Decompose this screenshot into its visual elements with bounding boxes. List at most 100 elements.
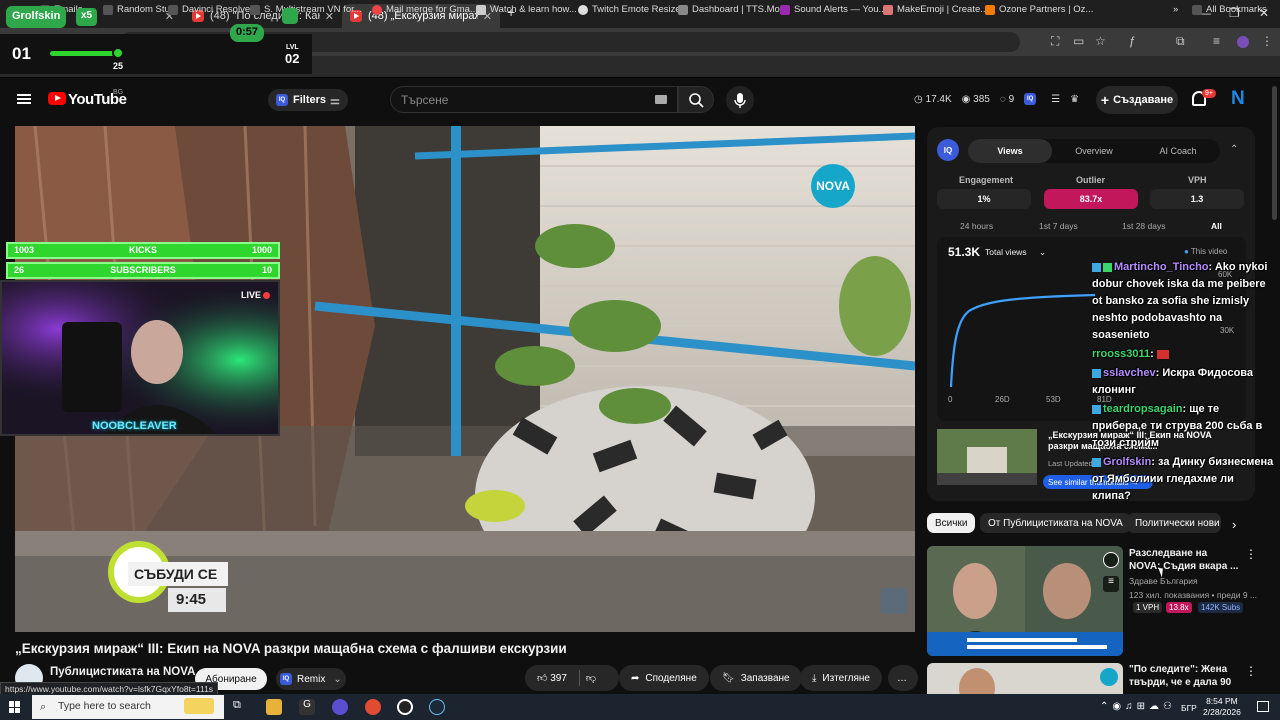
chat-message: teardropsagain: ще те прибера,е ти струв… — [1092, 403, 1263, 449]
search-input[interactable]: Търсене — [390, 86, 678, 113]
rec-menu-kebab-icon[interactable]: ⋮ — [1245, 547, 1257, 561]
video-title: „Екскурзия мираж“ III: Екип на NOVA разк… — [15, 641, 567, 656]
range-24h[interactable]: 24 hours — [960, 221, 993, 231]
lvl-label: LVL — [286, 44, 299, 51]
obs-icon[interactable] — [397, 699, 413, 715]
views-series-line — [949, 293, 1096, 388]
chat-message: Grolfskin: за Динку бизнесмена от Ямболи… — [1092, 456, 1274, 502]
total-views-value: 51.3K — [948, 245, 981, 259]
bookmark-item[interactable]: MakeEmoji | Create... — [883, 4, 988, 15]
youtube-logo-icon[interactable] — [48, 92, 66, 105]
x-tick: 0 — [948, 395, 953, 404]
chip-channel[interactable]: От Публицистиката на NOVA — [980, 513, 1131, 533]
bookmark-item[interactable]: Watch & learn how... — [476, 4, 577, 15]
rec-thumbnail[interactable]: ≡ — [927, 546, 1123, 656]
all-bookmarks[interactable]: All Bookmarks — [1192, 4, 1267, 15]
range-28d[interactable]: 1st 28 days — [1122, 221, 1165, 231]
streamer-name: NOOBCLEAVER — [92, 420, 177, 432]
tab-overview[interactable]: Overview — [1052, 139, 1136, 163]
rec-meta: 123 хил. показвания • преди 9 ... — [1129, 590, 1257, 600]
webcam-overlay: LIVE NOOBCLEAVER — [0, 280, 280, 436]
search-button[interactable] — [678, 86, 714, 113]
add-to-queue-icon[interactable]: ≡ — [1103, 576, 1119, 592]
bookmark-item[interactable]: Dashboard | TTS.Mo... — [678, 4, 788, 15]
app-icon[interactable]: G — [299, 699, 315, 715]
create-button[interactable]: + Създаване — [1096, 86, 1178, 114]
nova-logo: NOVA — [811, 164, 855, 208]
dislike-button[interactable]: 👎︎ — [586, 672, 596, 684]
channel-name[interactable]: Публицистиката на NOVA — [50, 666, 195, 678]
rec-thumbnail[interactable] — [927, 663, 1123, 694]
voice-search-button[interactable] — [726, 86, 754, 114]
trophy-icon[interactable]: ♛ — [1070, 94, 1079, 105]
save-button[interactable]: 🔖︎ Запазване — [710, 665, 802, 691]
views-stat: ◷ 17.4K — [914, 93, 952, 105]
steam-icon[interactable] — [429, 699, 445, 715]
subscribers-bar: 26 SUBSCRIBERS 10 — [6, 262, 280, 279]
iq-icon: IQ — [280, 673, 292, 685]
bookmark-icon — [476, 4, 486, 15]
sliders-icon: ⚌ — [330, 94, 340, 107]
cast-icon[interactable]: ▭ — [1073, 34, 1084, 48]
clock-icon: ◌ — [999, 93, 1006, 105]
extension-icon[interactable]: ƒ — [1129, 34, 1136, 48]
bookmark-item[interactable]: Twitch Emote Resizer — [578, 4, 684, 15]
collapse-chevron-icon[interactable]: ⌃ — [1230, 144, 1238, 155]
menu-hamburger-icon[interactable] — [17, 94, 31, 104]
file-explorer-icon[interactable] — [266, 699, 282, 715]
bookmark-item[interactable]: S. Multistream VN for... — [250, 4, 362, 15]
total-views-select[interactable]: Total views ⌄ — [985, 247, 1046, 258]
like-button[interactable]: 👍︎ 397 — [537, 672, 567, 684]
watch-later-clock-icon[interactable] — [1103, 552, 1119, 568]
iq-icon[interactable]: IQ — [1024, 93, 1037, 105]
translate-icon[interactable]: ⛶ — [1051, 34, 1059, 49]
profile-avatar[interactable] — [1237, 36, 1249, 48]
windows-start-icon[interactable] — [9, 701, 21, 713]
notification-center-icon[interactable] — [1257, 701, 1269, 712]
more-actions-button[interactable]: … — [888, 665, 918, 691]
remix-button[interactable]: IQ Remix ⌄ — [276, 668, 346, 690]
rec-channel[interactable]: Здраве България — [1129, 576, 1198, 586]
outlier-label: Outlier — [1076, 175, 1106, 185]
range-7d[interactable]: 1st 7 days — [1039, 221, 1078, 231]
bookmark-star-icon[interactable]: ☆ — [1095, 34, 1106, 48]
bookmark-item[interactable]: Ozone Partners | Oz... — [985, 4, 1093, 15]
keyboard-icon[interactable] — [655, 95, 667, 104]
channel-watermark[interactable] — [881, 588, 907, 614]
media-icon[interactable]: ≡ — [1213, 34, 1220, 48]
tab-views[interactable]: Views — [968, 139, 1052, 163]
bot-icon — [282, 8, 298, 24]
input-language[interactable]: БГР — [1181, 703, 1197, 713]
tab-ai-coach[interactable]: AI Coach — [1136, 139, 1220, 163]
rec-title[interactable]: "По следите": Жена твърди, че е дала 90 … — [1129, 663, 1241, 691]
system-tray-icons[interactable]: ⌃◉♫⊞☁⚇ — [1100, 701, 1176, 712]
puzzle-icon[interactable]: ⧉ — [1176, 34, 1185, 49]
bookmark-item[interactable]: Sound Alerts — You... — [780, 4, 886, 15]
similar-thumbnail[interactable] — [937, 429, 1037, 485]
chrome-icon[interactable] — [365, 699, 381, 715]
bookmark-item[interactable]: Davinci Resolve — [168, 4, 250, 15]
chat-message: Martincho_Tincho: Ako nykoi dobur chovek… — [1092, 261, 1268, 341]
filters-button[interactable]: IQ Filters ⚌ — [268, 89, 348, 111]
flag-emote-icon — [1156, 349, 1169, 359]
taskbar-clock[interactable]: 8:54 PM 2/28/2026 — [1203, 696, 1241, 718]
rec-menu-kebab-icon[interactable]: ⋮ — [1245, 664, 1257, 678]
chip-politics[interactable]: Политически нови — [1127, 513, 1221, 533]
mail-icon — [372, 4, 382, 15]
thumbs-up-icon: 👍︎ — [537, 673, 548, 684]
bookmark-item[interactable]: Random Stuff — [103, 4, 175, 15]
range-all[interactable]: All — [1211, 221, 1222, 231]
download-button[interactable]: ⤓ Изтегляне — [800, 665, 882, 691]
chip-all[interactable]: Всички — [927, 513, 976, 533]
chevron-right-icon[interactable]: › — [1232, 517, 1236, 532]
list-icon[interactable]: ☰ — [1051, 94, 1060, 105]
discord-icon[interactable] — [332, 699, 348, 715]
menu-kebab-icon[interactable]: ⋮ — [1261, 34, 1273, 48]
bookmark-item[interactable]: Mail merge for Gma... — [372, 4, 478, 15]
account-avatar[interactable]: N — [1231, 88, 1245, 110]
task-view-icon[interactable]: ⧉ — [233, 699, 249, 715]
chevron-icon[interactable]: » — [1173, 4, 1178, 15]
share-button[interactable]: ➦ Споделяне — [619, 665, 709, 691]
page-scrollbar[interactable] — [1272, 86, 1277, 220]
rec-title[interactable]: Разследване на NOVA: Съдия вкара ... — [1129, 547, 1241, 573]
